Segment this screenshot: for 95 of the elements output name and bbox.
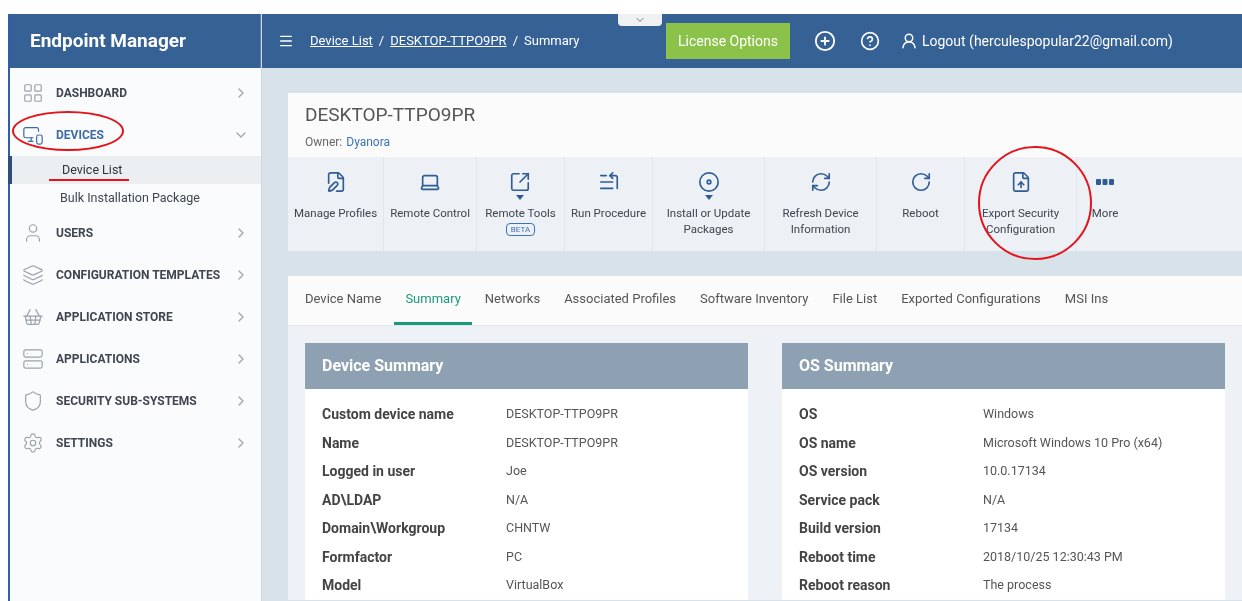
sidebar-item-label: APPLICATIONS bbox=[56, 351, 141, 368]
field-value: Windows bbox=[983, 405, 1035, 424]
field-label: Reboot time bbox=[799, 547, 877, 567]
sidebar-subitem-label: Bulk Installation Package bbox=[60, 188, 200, 207]
tab[interactable]: Software Inventory bbox=[689, 275, 820, 325]
disc-icon bbox=[697, 170, 720, 193]
tab[interactable]: Networks bbox=[473, 275, 552, 325]
add-icon[interactable] bbox=[813, 30, 836, 52]
breadcrumb-separator: / bbox=[377, 32, 386, 51]
toolbar-button[interactable]: Export Security Configuration bbox=[965, 156, 1078, 251]
field-value: N/A bbox=[983, 490, 1006, 509]
panel-title: Device Summary bbox=[322, 354, 444, 377]
breadcrumb-current: Summary bbox=[524, 32, 580, 51]
field-value: DESKTOP-TTPO9PR bbox=[506, 405, 618, 424]
sidebar-item[interactable]: DASHBOARD bbox=[10, 72, 261, 114]
tab[interactable]: Exported Configurations bbox=[890, 275, 1052, 325]
toolbar-button[interactable]: Run Procedure bbox=[564, 156, 654, 251]
owner-label: Owner: bbox=[305, 133, 343, 151]
field-label: Reboot reason bbox=[799, 576, 892, 596]
sidebar-subitem[interactable]: Bulk Installation Package bbox=[10, 184, 261, 212]
app-title: Endpoint Manager bbox=[30, 27, 186, 54]
field-value: VirtualBox bbox=[506, 576, 564, 595]
field-label: Build version bbox=[799, 519, 882, 539]
tab[interactable]: Associated Profiles bbox=[553, 275, 688, 325]
sidebar-item-label: APPLICATION STORE bbox=[56, 309, 174, 326]
server-icon bbox=[22, 348, 44, 370]
sidebar-item-label: DASHBOARD bbox=[56, 85, 128, 102]
toolbar-button[interactable]: Remote Tools BETA bbox=[476, 156, 565, 251]
field-label: OS name bbox=[799, 433, 857, 453]
field-value: 10.0.17134 bbox=[983, 462, 1046, 481]
sidebar-item[interactable]: CONFIGURATION TEMPLATES bbox=[10, 254, 261, 296]
field-value: CHNTW bbox=[506, 519, 551, 538]
sidebar-item[interactable]: APPLICATION STORE bbox=[10, 296, 261, 338]
beta-badge: BETA bbox=[505, 222, 536, 236]
toolbar-button[interactable]: Install or Update Packages bbox=[653, 156, 766, 251]
field-label: AD\LDAP bbox=[322, 490, 383, 510]
field-label: Model bbox=[322, 576, 363, 596]
field-value: 17134 bbox=[983, 519, 1019, 538]
toolbar-button[interactable]: Manage Profiles bbox=[288, 156, 385, 251]
panel-title: OS Summary bbox=[799, 354, 893, 377]
sidebar-item[interactable]: DEVICES bbox=[10, 114, 261, 156]
toolbar-button[interactable]: Reboot bbox=[877, 156, 966, 251]
field-label: OS bbox=[799, 405, 819, 425]
settings-icon bbox=[22, 432, 44, 454]
grid-icon bbox=[22, 82, 44, 104]
field-label: Logged in user bbox=[322, 462, 417, 482]
sidebar-item-label: USERS bbox=[56, 225, 95, 242]
more-icon bbox=[1096, 178, 1115, 185]
sidebar-item[interactable]: SECURITY SUB-SYSTEMS bbox=[10, 380, 261, 422]
sidebar-subitem[interactable]: Device List bbox=[8, 156, 261, 184]
dropdown-caret-icon bbox=[704, 195, 713, 200]
field-label: Service pack bbox=[799, 490, 881, 510]
breadcrumb-link[interactable]: Device List bbox=[310, 31, 373, 51]
field-value: PC bbox=[506, 547, 523, 566]
toolbar-button[interactable]: Refresh Device Information bbox=[765, 156, 878, 251]
field-value: N/A bbox=[506, 490, 529, 509]
device-title: DESKTOP-TTPO9PR bbox=[305, 102, 477, 128]
tab[interactable]: Device Name bbox=[294, 275, 393, 325]
field-label: OS version bbox=[799, 462, 869, 482]
field-label: Name bbox=[322, 433, 361, 453]
help-icon[interactable] bbox=[859, 31, 880, 51]
field-value: 2018/10/25 12:30:43 PM bbox=[983, 547, 1123, 566]
field-label: Custom device name bbox=[322, 405, 455, 425]
field-value: The process bbox=[983, 576, 1052, 595]
sidebar-item[interactable]: SETTINGS bbox=[10, 422, 261, 464]
layers-icon bbox=[22, 264, 44, 286]
menu-icon[interactable] bbox=[278, 33, 294, 49]
sidebar-subitem-label: Device List bbox=[62, 160, 123, 179]
user-icon bbox=[899, 32, 918, 50]
breadcrumb-separator: / bbox=[511, 32, 519, 51]
sidebar-item-label: DEVICES bbox=[56, 127, 105, 144]
sidebar-item-label: CONFIGURATION TEMPLATES bbox=[56, 267, 221, 284]
sidebar-item[interactable]: APPLICATIONS bbox=[10, 338, 261, 380]
sidebar-item-label: SETTINGS bbox=[56, 435, 114, 452]
devices-icon bbox=[22, 124, 44, 146]
tab[interactable]: MSI Ins bbox=[1053, 275, 1120, 325]
field-value: Joe bbox=[506, 462, 527, 481]
toolbar-button[interactable]: More bbox=[1077, 156, 1134, 251]
field-value: DESKTOP-TTPO9PR bbox=[506, 433, 618, 452]
remote-tools-icon bbox=[509, 170, 532, 193]
sidebar-item[interactable]: USERS bbox=[10, 212, 261, 254]
field-label: Formfactor bbox=[322, 547, 394, 567]
field-value: Microsoft Windows 10 Pro (x64) bbox=[983, 433, 1163, 452]
basket-icon bbox=[22, 306, 44, 328]
toolbar-button[interactable]: Remote Control bbox=[384, 156, 477, 251]
reboot-icon bbox=[909, 170, 932, 193]
tab[interactable]: File List bbox=[821, 275, 889, 325]
dropdown-caret-icon bbox=[516, 195, 525, 200]
field-label: Domain\Workgroup bbox=[322, 519, 446, 539]
shield-icon bbox=[22, 390, 44, 412]
logout-link[interactable]: Logout (herculespopular22@gmail.com) bbox=[921, 30, 1173, 52]
owner-link[interactable]: Dyanora bbox=[346, 132, 391, 151]
sidebar-item-label: SECURITY SUB-SYSTEMS bbox=[56, 393, 198, 410]
breadcrumb-link[interactable]: DESKTOP-TTPO9PR bbox=[390, 31, 507, 51]
refresh-icon bbox=[809, 170, 832, 193]
